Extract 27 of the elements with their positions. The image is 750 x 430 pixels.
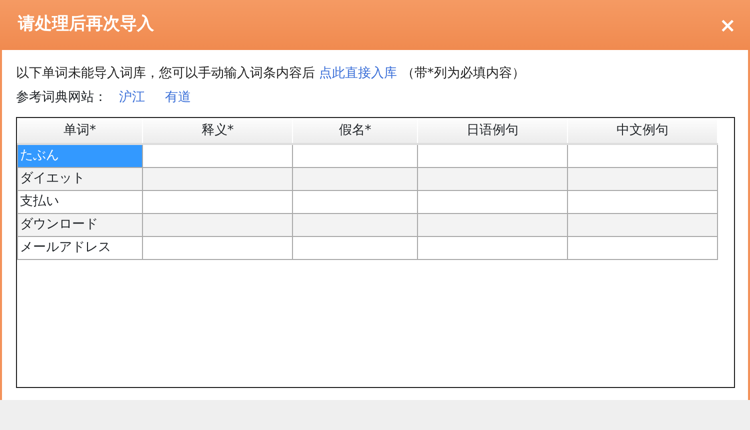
empty-cell[interactable] xyxy=(568,144,718,167)
import-link[interactable]: 点此直接入库 xyxy=(319,66,398,81)
column-header: 日语例句 xyxy=(418,118,568,144)
dictionary-link[interactable]: 沪江 xyxy=(119,88,145,108)
empty-cell[interactable] xyxy=(418,236,568,259)
column-header: 假名* xyxy=(292,118,418,144)
empty-cell[interactable] xyxy=(568,236,718,259)
dictionary-link[interactable]: 有道 xyxy=(165,88,191,108)
reference-label: 参考词典网站： xyxy=(16,89,107,107)
empty-cell[interactable] xyxy=(568,190,718,213)
column-header: 单词* xyxy=(18,118,142,144)
empty-cell[interactable] xyxy=(292,144,418,167)
word-cell[interactable]: 支払い xyxy=(18,190,142,213)
empty-cell[interactable] xyxy=(292,190,418,213)
column-header: 中文例句 xyxy=(568,118,718,144)
empty-cell[interactable] xyxy=(142,190,292,213)
empty-cell[interactable] xyxy=(142,236,292,259)
empty-cell[interactable] xyxy=(418,190,568,213)
word-cell[interactable]: ダイエット xyxy=(18,167,142,190)
empty-cell[interactable] xyxy=(418,144,568,167)
dialog-title: 请处理后再次导入 xyxy=(18,13,154,36)
word-cell[interactable]: ダウンロード xyxy=(18,213,142,236)
word-cell[interactable]: メールアドレス xyxy=(18,236,142,259)
instruction-text: 以下单词未能导入词库，您可以手动输入词条内容后 点此直接入库 （带*列为必填内容） xyxy=(16,65,526,83)
column-header: 释义* xyxy=(142,118,292,144)
word-cell[interactable]: たぶん xyxy=(18,144,142,167)
empty-cell[interactable] xyxy=(292,236,418,259)
